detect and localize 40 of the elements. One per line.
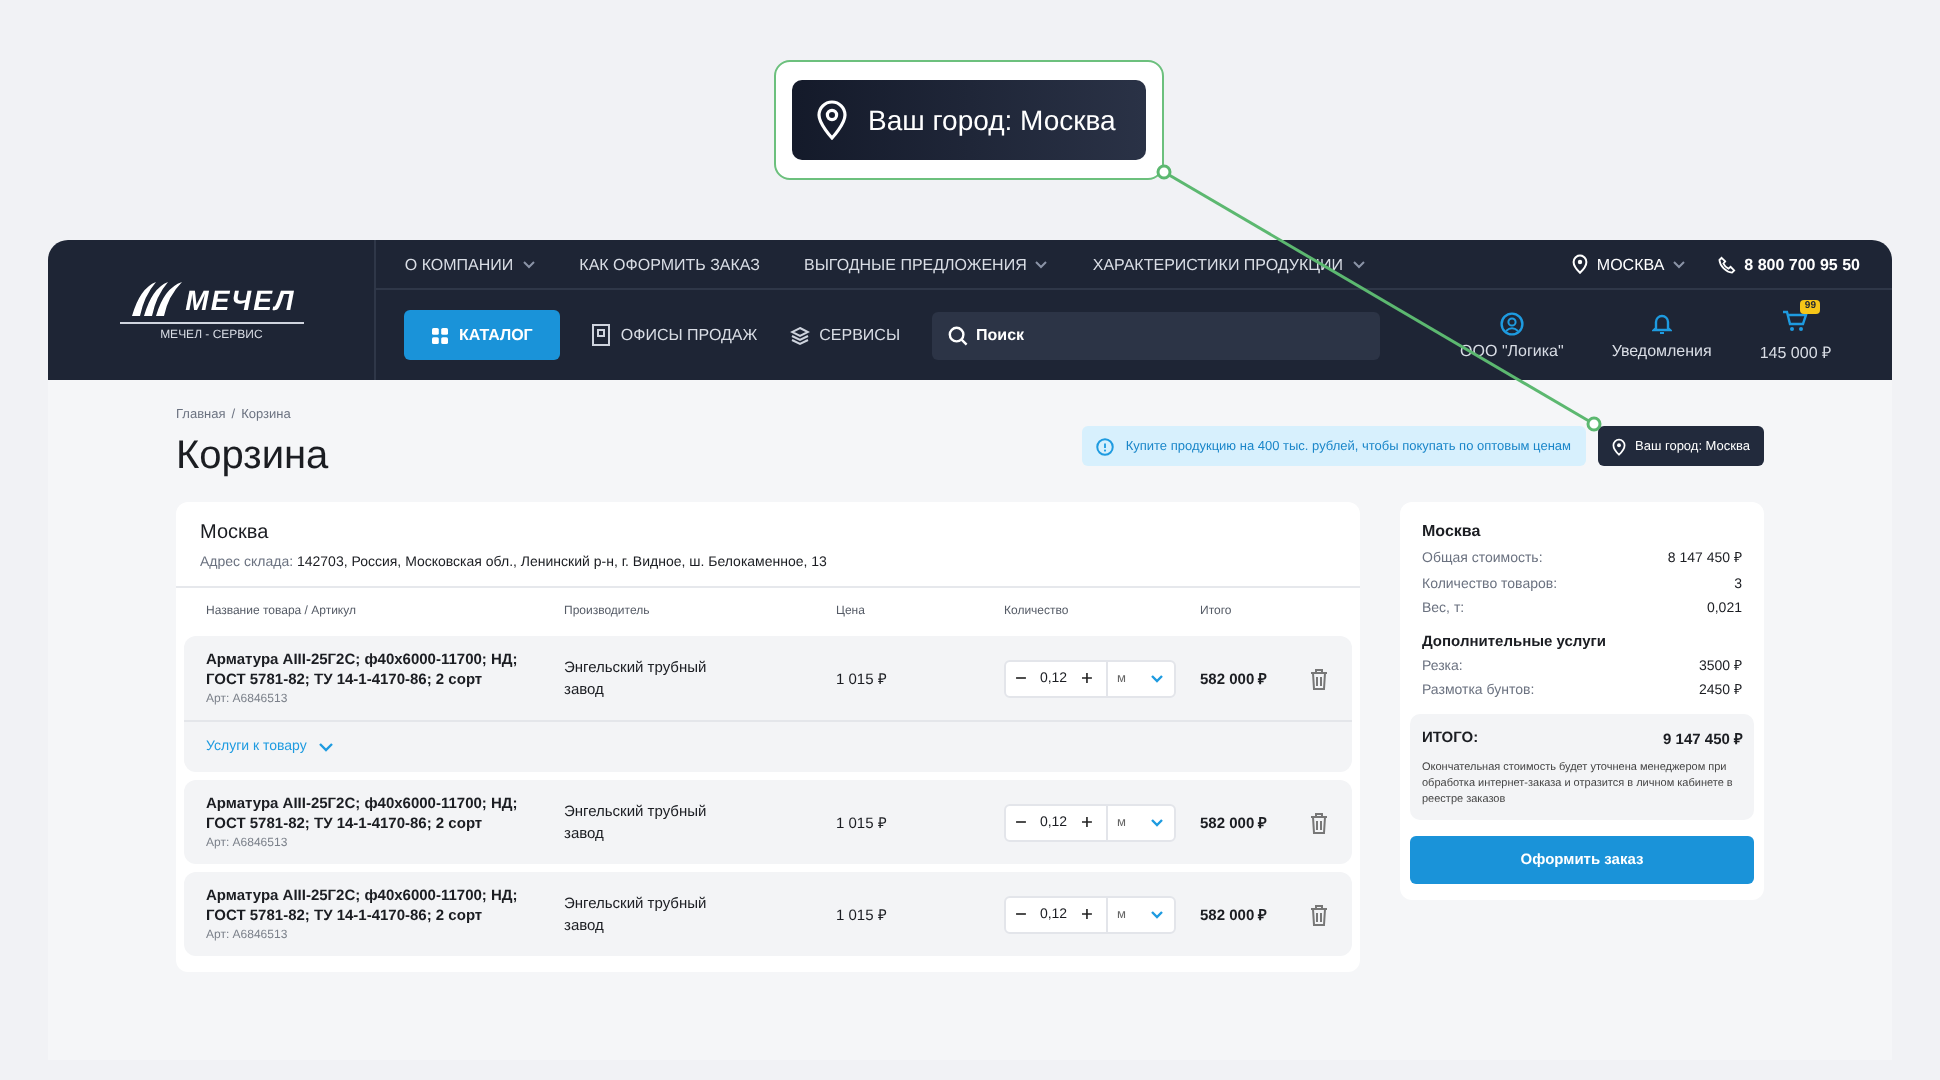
cart-icon (1782, 310, 1809, 332)
phone-link[interactable]: 8 800 700 95 50 (1718, 255, 1860, 273)
trash-icon[interactable] (1310, 903, 1328, 925)
header-action[interactable]: Уведомления (1611, 310, 1712, 360)
grid-icon (432, 327, 449, 343)
chevron-down-icon (1672, 259, 1687, 269)
pin-icon (1572, 254, 1589, 274)
pin-icon (816, 100, 848, 140)
chevron-down-icon (1150, 673, 1164, 683)
plus-icon[interactable] (1081, 906, 1092, 922)
chevron-down-icon (318, 742, 335, 752)
nav-link[interactable]: КАК ОФОРМИТЬ ЗАКАЗ (579, 255, 761, 273)
nav-link[interactable]: СЕРВИСЫ (789, 325, 901, 345)
chevron-down-icon (521, 259, 536, 269)
info-icon (1095, 437, 1114, 455)
summary-city: Москва (1420, 522, 1483, 540)
bell-icon (1651, 311, 1672, 335)
logo-icon (127, 279, 184, 315)
plus-icon[interactable] (1081, 670, 1092, 686)
pin-icon (1611, 437, 1625, 455)
city-button[interactable]: Ваш город: Москва (792, 80, 1146, 160)
location-selector[interactable]: МОСКВА (1572, 254, 1687, 274)
layers-icon (789, 325, 810, 345)
phone-icon (1718, 255, 1737, 273)
user-icon (1499, 311, 1524, 335)
chevron-down-icon (1150, 909, 1164, 919)
trash-icon[interactable] (1310, 667, 1328, 689)
nav-link[interactable]: ОФИСЫ ПРОДАЖ (592, 324, 758, 346)
nav-link[interactable]: О КОМПАНИИ (404, 255, 536, 273)
search-icon (948, 325, 969, 345)
warehouse-city: Москва (200, 522, 271, 544)
nav-link[interactable]: ВЫГОДНЫЕ ПРЕДЛОЖЕНИЯ (804, 255, 1049, 273)
chevron-down-icon (1034, 259, 1049, 269)
page-title: Корзина (176, 434, 329, 480)
chevron-down-icon (1351, 259, 1366, 269)
trash-icon[interactable] (1310, 811, 1328, 833)
building-icon (592, 324, 611, 346)
search-field[interactable]: Поиск (932, 311, 1381, 359)
chevron-down-icon (1150, 817, 1164, 827)
plus-icon[interactable] (1081, 814, 1092, 830)
